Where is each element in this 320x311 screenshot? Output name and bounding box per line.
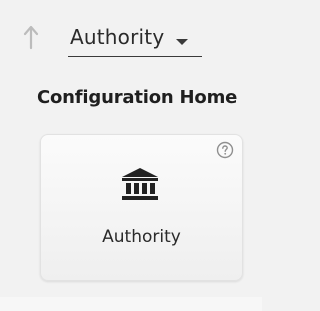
card-label: Authority [102, 227, 181, 247]
help-circle-icon[interactable] [216, 141, 234, 159]
building-columns-icon [121, 167, 159, 201]
dropdown-selected-value: Authority [70, 25, 165, 49]
configuration-panel: Authority Configuration Home Authority [0, 0, 262, 311]
authority-card[interactable]: Authority [40, 134, 243, 281]
navigate-up-button[interactable] [20, 24, 42, 50]
page-title: Configuration Home [37, 87, 238, 108]
arrow-up-icon [20, 24, 42, 50]
caret-down-icon [176, 39, 188, 45]
bottom-band [0, 297, 262, 311]
authority-dropdown[interactable]: Authority [68, 22, 202, 57]
